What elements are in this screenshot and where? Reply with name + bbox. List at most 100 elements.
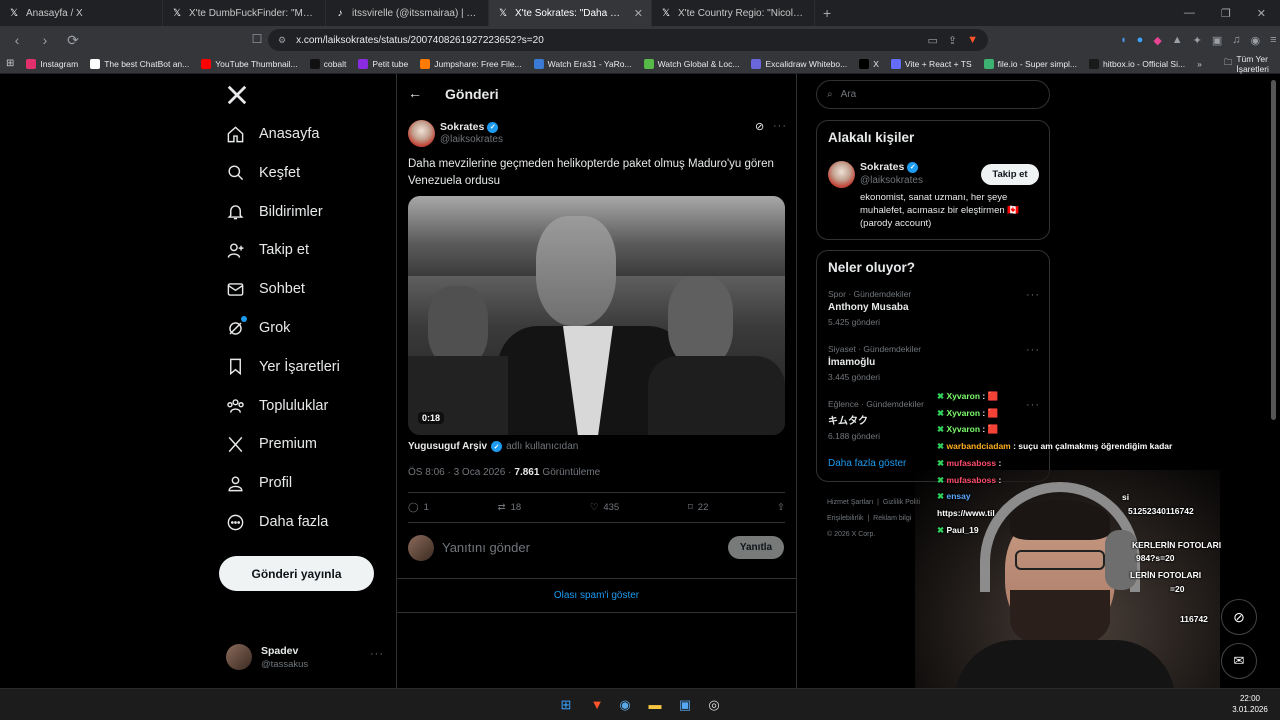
minimize-icon[interactable]: — [1184, 7, 1195, 20]
bookmark-page-icon[interactable]: ☐ [248, 32, 266, 46]
show-more-trends[interactable]: Daha fazla göster [828, 458, 906, 469]
bookmark-item[interactable]: Vite + React + TS [890, 58, 972, 69]
footer-ads[interactable]: Reklam bilgi [873, 515, 911, 522]
bookmark-item[interactable]: Watch Era31 - YaRo... [533, 58, 632, 69]
bookmark-item[interactable]: YouTube Thumbnail... [201, 58, 298, 69]
bookmark-item[interactable]: Excalidraw Whitebo... [751, 58, 847, 69]
photos-icon[interactable]: ▣ [677, 697, 693, 713]
back-arrow-icon[interactable]: ← [408, 85, 422, 101]
follow-button[interactable]: Takip et [981, 164, 1039, 185]
share-icon[interactable]: ⇧ [777, 502, 785, 513]
trend-item[interactable]: Eğlence · Gündemdekiler キムタク 6.188 gönderi… [828, 399, 1040, 447]
attribution-user[interactable]: Yugusuguf Arşiv [408, 441, 487, 452]
extension-icon-4[interactable]: ▲ [1172, 34, 1183, 47]
trend-item[interactable]: Spor · Gündemdekiler Anthony Musaba 5.425 … [828, 289, 1040, 337]
site-info-icon[interactable]: ⚙ [278, 35, 286, 46]
bookmark-item[interactable]: The best ChatBot an... [90, 58, 189, 69]
sidebar-item-bell[interactable]: Bildirimler [225, 202, 323, 222]
reply-input[interactable]: Yanıtını gönder [442, 540, 530, 555]
post-button[interactable]: Gönderi yayınla [219, 556, 374, 591]
bookmark-item[interactable]: cobalt [309, 58, 346, 69]
browser-tab[interactable]: 𝕏 X'te Country Regio: "Nicolás maduro [652, 0, 815, 26]
repost-action[interactable]: ⇄ 18 [498, 502, 522, 513]
show-spam-link[interactable]: Olası spam'i göster [397, 590, 796, 601]
browser-tab[interactable]: 𝕏 Anasayfa / X [0, 0, 163, 26]
extension-icon-3[interactable]: ◆ [1153, 34, 1161, 47]
share-icon[interactable]: ⇪ [948, 34, 957, 47]
search-input[interactable]: ⌕ Ara [816, 80, 1050, 109]
sidebar-item-more-circle[interactable]: Daha fazla [225, 512, 328, 532]
close-tab-icon[interactable]: ✕ [634, 7, 643, 20]
extensions-icon[interactable]: ✦ [1193, 34, 1202, 47]
relevant-avatar[interactable] [828, 161, 855, 188]
bookmark-item[interactable]: Watch Global & Loc... [643, 58, 739, 69]
grok-icon[interactable]: ⊘ [755, 120, 764, 133]
x-logo-icon[interactable] [226, 84, 248, 106]
author-name[interactable]: Sokrates [440, 121, 484, 133]
browser-tab[interactable]: 𝕏 X'te DumbFuckFinder: "More footag [163, 0, 326, 26]
steam-icon[interactable]: ◉ [617, 697, 633, 713]
footer-terms[interactable]: Hizmet Şartları [827, 499, 873, 506]
sidebar-item-x-logo[interactable]: Premium [225, 434, 317, 454]
extension-icon-2[interactable]: ● [1137, 34, 1144, 47]
bookmark-item[interactable]: Petit tube [358, 58, 408, 69]
bookmark-item[interactable]: hitbox.io - Official Si... [1089, 58, 1185, 69]
music-icon[interactable]: ♫ [1232, 34, 1240, 47]
trend-more-icon[interactable]: ··· [1026, 344, 1040, 356]
browser-tab[interactable]: 𝕏 X'te Sokrates: "Daha mevzilerine ✕ [489, 0, 652, 26]
brave-browser-icon[interactable]: ▼ [589, 697, 605, 713]
back-icon[interactable]: ‹ [8, 32, 26, 48]
windows-start-icon[interactable]: ⊞ [558, 697, 574, 713]
sidebar-item-communities[interactable]: Topluluklar [225, 396, 328, 416]
url-text[interactable]: x.com/laiksokrates/status/20074082619272… [296, 35, 917, 46]
reload-icon[interactable]: ⟳ [64, 32, 82, 49]
extension-icon-1[interactable]: ◖ [1120, 34, 1127, 47]
relevant-name[interactable]: Sokrates [860, 161, 904, 173]
sidebar-icon[interactable]: ▣ [1212, 34, 1222, 47]
sidebar-item-profile[interactable]: Profil [225, 473, 292, 493]
trend-more-icon[interactable]: ··· [1026, 399, 1040, 411]
forward-icon[interactable]: › [36, 32, 54, 48]
browser-tab[interactable]: ♪ itssvirelle (@itssmairaa) | TikTok [326, 0, 489, 26]
trend-more-icon[interactable]: ··· [1026, 289, 1040, 301]
reply-action[interactable]: ◯ 1 [408, 502, 429, 513]
clock-date[interactable]: 3.01.2026 [1230, 704, 1270, 715]
apps-grid-icon[interactable]: ⊞ [6, 58, 14, 69]
address-bar[interactable]: ⚙ x.com/laiksokrates/status/200740826192… [268, 29, 988, 51]
bookmark-item[interactable]: Jumpshare: Free File... [420, 58, 522, 69]
vpn-icon[interactable]: ◉ [1251, 34, 1261, 47]
cast-icon[interactable]: ▭ [927, 34, 937, 47]
sidebar-item-bookmark[interactable]: Yer İşaretleri [225, 357, 340, 377]
bookmark-item[interactable]: X [859, 58, 879, 69]
bookmarks-overflow-icon[interactable]: » [1197, 59, 1202, 69]
clock-time[interactable]: 22:00 [1230, 693, 1270, 704]
brave-shield-icon[interactable]: ▼ [967, 34, 978, 47]
close-window-icon[interactable]: ✕ [1257, 7, 1266, 20]
reply-button[interactable]: Yanıtla [728, 536, 784, 559]
restore-icon[interactable]: ❐ [1221, 7, 1231, 20]
sidebar-item-grok[interactable]: Grok [225, 316, 290, 338]
account-switcher[interactable]: Spadev @tassakus ··· [226, 644, 386, 674]
obs-icon[interactable]: ◎ [706, 697, 722, 713]
post-video[interactable]: 0:18 [408, 196, 785, 435]
relevant-handle[interactable]: @laiksokrates [860, 175, 923, 186]
menu-icon[interactable]: ≡ [1270, 34, 1276, 47]
like-action[interactable]: ♡ 435 [590, 502, 619, 513]
bookmark-action[interactable]: ⌑ 22 [688, 502, 708, 513]
author-avatar[interactable] [408, 120, 435, 147]
new-tab-button[interactable]: + [815, 5, 839, 21]
sidebar-item-search[interactable]: Keşfet [225, 163, 300, 183]
author-handle[interactable]: @laiksokrates [440, 134, 503, 145]
sidebar-item-home[interactable]: Anasayfa [225, 124, 319, 144]
file-explorer-icon[interactable]: ▬ [647, 697, 663, 713]
all-bookmarks[interactable]: 🗀 Tüm Yer İşaretleri [1224, 54, 1274, 74]
footer-accessibility[interactable]: Erişilebilirlik [827, 515, 864, 522]
grok-fab[interactable]: ⊘ [1221, 599, 1257, 635]
bookmark-item[interactable]: file.io - Super simpl... [983, 58, 1077, 69]
page-scrollbar[interactable] [1271, 80, 1276, 420]
post-more-icon[interactable]: ··· [773, 120, 787, 132]
account-more-icon[interactable]: ··· [370, 648, 384, 660]
sidebar-item-add-user[interactable]: Takip et [225, 240, 309, 260]
trend-item[interactable]: Siyaset · Gündemdekiler İmamoğlu 3.445 gön… [828, 344, 1040, 392]
bookmark-item[interactable]: Instagram [26, 58, 78, 69]
